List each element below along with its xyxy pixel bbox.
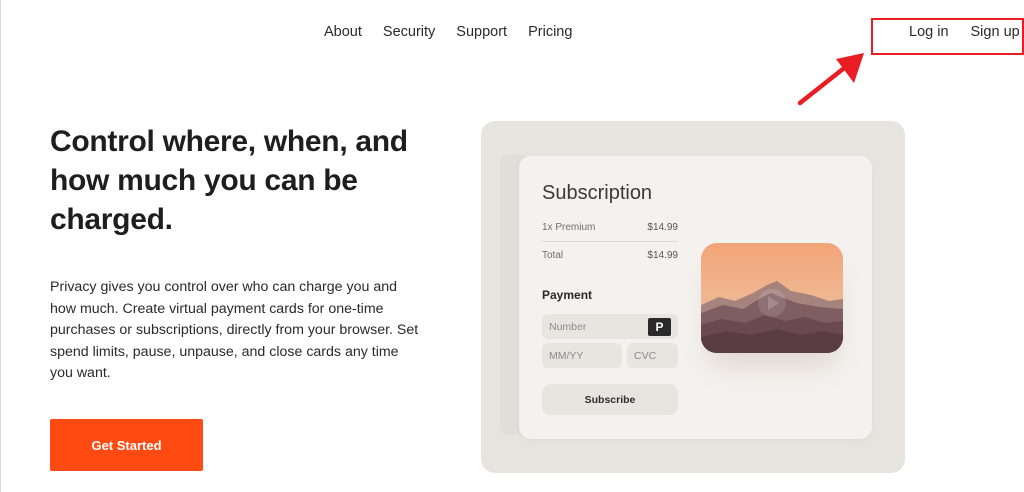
annotation-arrow-icon	[797, 53, 864, 106]
privacy-p-badge: P	[648, 318, 671, 336]
cvc-placeholder: CVC	[634, 349, 657, 362]
hero-description: Privacy gives you control over who can c…	[50, 279, 419, 381]
annotation-highlight-box	[871, 18, 1024, 55]
card-number-placeholder: Number	[549, 320, 587, 333]
nav-pricing-link[interactable]: Pricing	[528, 24, 572, 40]
subscription-title: Subscription	[542, 182, 653, 204]
mountain-sunset-image	[701, 243, 843, 353]
payment-title: Payment	[542, 288, 593, 302]
total-row: Total $14.99	[542, 250, 678, 261]
summary-divider	[542, 241, 678, 242]
nav-support-link[interactable]: Support	[456, 24, 507, 40]
subscribe-button: Subscribe	[542, 384, 678, 415]
total-amount: $14.99	[647, 250, 678, 261]
line-item-row: 1x Premium $14.99	[542, 222, 678, 233]
total-label: Total	[542, 250, 564, 261]
line-item-label: 1x Premium	[542, 222, 596, 233]
top-nav: About Security Support Pricing	[324, 24, 572, 40]
nav-about-link[interactable]: About	[324, 24, 362, 40]
expiry-placeholder: MM/YY	[549, 349, 584, 362]
page-border	[0, 0, 1, 492]
nav-security-link[interactable]: Security	[383, 24, 435, 40]
get-started-button[interactable]: Get Started	[50, 419, 203, 471]
mountain-landscape-icon	[701, 243, 843, 353]
line-item-amount: $14.99	[647, 222, 678, 233]
cvc-field: CVC	[627, 343, 678, 368]
expiry-field: MM/YY	[542, 343, 622, 368]
hero-headline: Control where, when, and how much you ca…	[50, 125, 408, 236]
